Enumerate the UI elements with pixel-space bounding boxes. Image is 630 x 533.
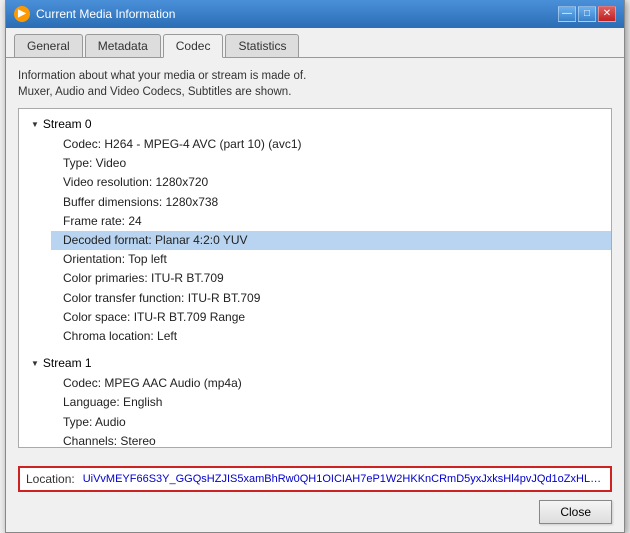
tab-bar: General Metadata Codec Statistics — [6, 28, 624, 58]
tab-codec[interactable]: Codec — [163, 34, 224, 58]
prop-decoded-format: Decoded format: Planar 4:2:0 YUV — [51, 231, 611, 250]
close-row: Close — [18, 500, 612, 524]
stream-1-group: ▼ Stream 1 Codec: MPEG AAC Audio (mp4a) … — [31, 356, 599, 448]
prop-chroma: Chroma location: Left — [63, 327, 599, 346]
stream-1-label: Stream 1 — [43, 356, 92, 370]
prop-language: Language: English — [63, 393, 599, 412]
stream-1-props: Codec: MPEG AAC Audio (mp4a) Language: E… — [31, 374, 599, 448]
main-window: ▶ Current Media Information — □ ✕ Genera… — [5, 0, 625, 533]
maximize-button[interactable]: □ — [578, 6, 596, 22]
prop-type: Type: Video — [63, 154, 599, 173]
title-bar-left: ▶ Current Media Information — [14, 6, 175, 22]
window-title: Current Media Information — [36, 7, 175, 21]
expand-icon-1: ▼ — [31, 359, 39, 368]
expand-icon-0: ▼ — [31, 120, 39, 129]
tab-metadata[interactable]: Metadata — [85, 34, 161, 57]
prop-channels: Channels: Stereo — [63, 432, 599, 448]
location-label: Location: — [26, 472, 75, 486]
prop-buffer: Buffer dimensions: 1280x738 — [63, 193, 599, 212]
app-icon: ▶ — [14, 6, 30, 22]
prop-codec: Codec: H264 - MPEG-4 AVC (part 10) (avc1… — [63, 135, 599, 154]
prop-color-transfer: Color transfer function: ITU-R BT.709 — [63, 289, 599, 308]
prop-audio-codec: Codec: MPEG AAC Audio (mp4a) — [63, 374, 599, 393]
stream-0-group: ▼ Stream 0 Codec: H264 - MPEG-4 AVC (par… — [31, 117, 599, 346]
window-controls: — □ ✕ — [558, 6, 616, 22]
prop-color-space: Color space: ITU-R BT.709 Range — [63, 308, 599, 327]
prop-orientation: Orientation: Top left — [63, 250, 599, 269]
tab-statistics[interactable]: Statistics — [225, 34, 299, 57]
prop-resolution: Video resolution: 1280x720 — [63, 173, 599, 192]
prop-color-primaries: Color primaries: ITU-R BT.709 — [63, 269, 599, 288]
stream-0-label: Stream 0 — [43, 117, 92, 131]
title-bar: ▶ Current Media Information — □ ✕ — [6, 0, 624, 28]
prop-audio-type: Type: Audio — [63, 413, 599, 432]
window-close-button[interactable]: ✕ — [598, 6, 616, 22]
tab-general[interactable]: General — [14, 34, 83, 57]
stream-info-box[interactable]: ▼ Stream 0 Codec: H264 - MPEG-4 AVC (par… — [18, 108, 612, 448]
stream-1-header: ▼ Stream 1 — [31, 356, 599, 370]
stream-0-header: ▼ Stream 0 — [31, 117, 599, 131]
prop-framerate: Frame rate: 24 — [63, 212, 599, 231]
minimize-button[interactable]: — — [558, 6, 576, 22]
stream-0-props: Codec: H264 - MPEG-4 AVC (part 10) (avc1… — [31, 135, 599, 346]
info-description: Information about what your media or str… — [18, 68, 612, 100]
location-row: Location: UiVvMEYF66S3Y_GGQsHZJIS5xamBhR… — [18, 466, 612, 492]
location-value: UiVvMEYF66S3Y_GGQsHZJIS5xamBhRw0QH1OICIA… — [83, 473, 604, 485]
close-button[interactable]: Close — [539, 500, 612, 524]
content-area: Information about what your media or str… — [6, 58, 624, 458]
bottom-area: Location: UiVvMEYF66S3Y_GGQsHZJIS5xamBhR… — [6, 458, 624, 532]
